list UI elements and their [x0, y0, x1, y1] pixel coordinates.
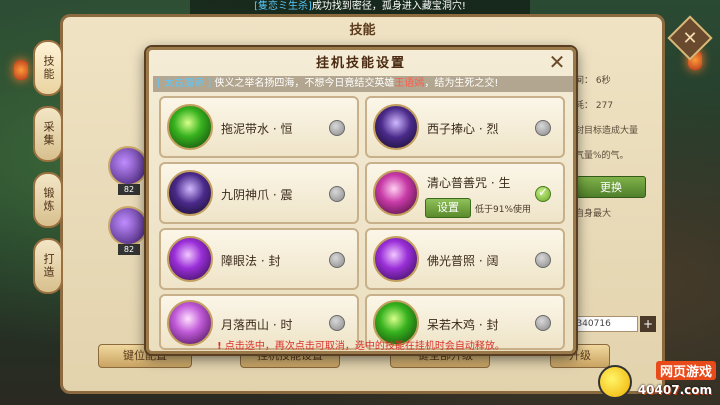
skill-option-card[interactable]: 九阴神爪 · 震	[159, 162, 359, 224]
skill-select-radio[interactable]	[535, 120, 551, 136]
skill-option-name: 西子捧心 · 烈	[427, 122, 499, 136]
auto-skill-settings-dialog: 挂机技能设置 ✕ [ 太古魔帝 ] 侠义之举名扬四海，不想今日竟结交英雄王语嫣，…	[146, 47, 576, 354]
detail-desc-2: 大气量%的气。	[566, 151, 629, 161]
skill-select-radio[interactable]	[329, 120, 345, 136]
skills-panel-title: 技能	[349, 23, 376, 38]
chat-highlight-name: 王语嫣	[394, 78, 425, 89]
dialog-hint-text: 点击选中，再次点击可取消，选中的技能在挂机时会自动释放。	[224, 341, 505, 352]
world-chat-line: [ 太古魔帝 ] 侠义之举名扬四海，不想今日竟结交英雄王语嫣，结为生死之交!	[153, 76, 573, 92]
tab-forge[interactable]: 锻炼	[33, 172, 63, 228]
skill-select-radio-checked[interactable]	[535, 185, 551, 202]
tab-gather[interactable]: 采集	[33, 106, 63, 162]
skill-option-card[interactable]: 清心普善咒 · 生 设置 低于91%使用	[365, 162, 565, 224]
skill-option-name: 拖泥带水 · 恒	[221, 122, 293, 136]
skill-option-name: 清心普善咒 · 生	[427, 176, 511, 190]
purple-burst-icon	[167, 236, 213, 282]
chat-text-a: 侠义之举名扬四海，不想今日竟结交英雄	[214, 78, 395, 89]
watermark-line-1: 网页游戏	[655, 361, 716, 380]
skill-option-name: 佛光普照 · 阔	[427, 254, 499, 268]
system-announcement: [隻恋ミ生杀]成功找到密径，孤身进入藏宝洞穴!	[190, 0, 530, 14]
swap-skill-button[interactable]: 更换	[576, 176, 646, 198]
equipped-skill-slot[interactable]: 82	[108, 206, 148, 255]
mascot-face-icon	[598, 365, 632, 399]
warning-icon: !	[217, 341, 222, 352]
skill-option-card[interactable]: 西子捧心 · 烈	[365, 96, 565, 158]
hp-threshold-note: 低于91%使用	[475, 205, 532, 215]
skill-option-name: 呆若木鸡 · 封	[427, 318, 499, 332]
skill-option-name: 月落西山 · 时	[221, 318, 293, 332]
skill-option-name: 障眼法 · 封	[221, 254, 281, 268]
dark-claw-icon	[167, 170, 213, 216]
skill-select-radio[interactable]	[329, 252, 345, 268]
close-icon: ✕	[682, 27, 698, 49]
skill-select-radio[interactable]	[535, 252, 551, 268]
dark-figure-icon	[373, 104, 419, 150]
announcement-player: [隻恋ミ生杀]	[254, 1, 312, 12]
skill-option-name: 九阴神爪 · 震	[221, 188, 293, 202]
skill-detail-info: 时间： 6秒 消耗： 277 能封目标造成大量 大气量%的气。	[566, 73, 638, 173]
lantern-icon	[14, 60, 28, 80]
skill-select-radio[interactable]	[329, 186, 345, 202]
skill-setting-button[interactable]: 设置	[425, 198, 471, 218]
add-coin-button[interactable]: +	[640, 316, 656, 332]
skill-option-card[interactable]: 拖泥带水 · 恒	[159, 96, 359, 158]
pink-heal-icon	[373, 170, 419, 216]
detail-desc-1: 能封目标造成大量	[566, 126, 639, 136]
skill-select-radio[interactable]	[535, 315, 551, 331]
dialog-title: 挂机技能设置	[315, 56, 406, 71]
detail-cost: 消耗： 277	[566, 101, 614, 111]
chat-player-name: [ 太古魔帝 ]	[157, 78, 212, 89]
skill-level-badge: 82	[118, 184, 140, 195]
dialog-close-button[interactable]: ✕	[547, 52, 567, 72]
chat-text-b: ，结为生死之交!	[424, 78, 499, 89]
dialog-hint: ! 点击选中，再次点击可取消，选中的技能在挂机时会自动释放。	[146, 337, 576, 352]
tab-craft[interactable]: 打造	[33, 238, 63, 294]
tab-skills[interactable]: 技能	[33, 40, 63, 96]
site-watermark-logo: 网页游戏 40407.com	[598, 355, 716, 403]
green-swirl-icon	[167, 104, 213, 150]
side-tab-bar: 技能 采集 锻炼 打造	[33, 40, 67, 304]
purple-spikes-icon	[373, 236, 419, 282]
skill-level-badge: 82	[118, 244, 140, 255]
detail-cast-time: 时间： 6秒	[566, 76, 611, 86]
announcement-text: 成功找到密径，孤身进入藏宝洞穴!	[311, 1, 466, 12]
watermark-line-2: 40407.com	[637, 383, 712, 397]
skill-option-card[interactable]: 障眼法 · 封	[159, 228, 359, 290]
skill-option-card[interactable]: 佛光普照 · 阔	[365, 228, 565, 290]
skill-select-radio[interactable]	[329, 315, 345, 331]
equipped-skill-slot[interactable]: 82	[108, 146, 148, 195]
